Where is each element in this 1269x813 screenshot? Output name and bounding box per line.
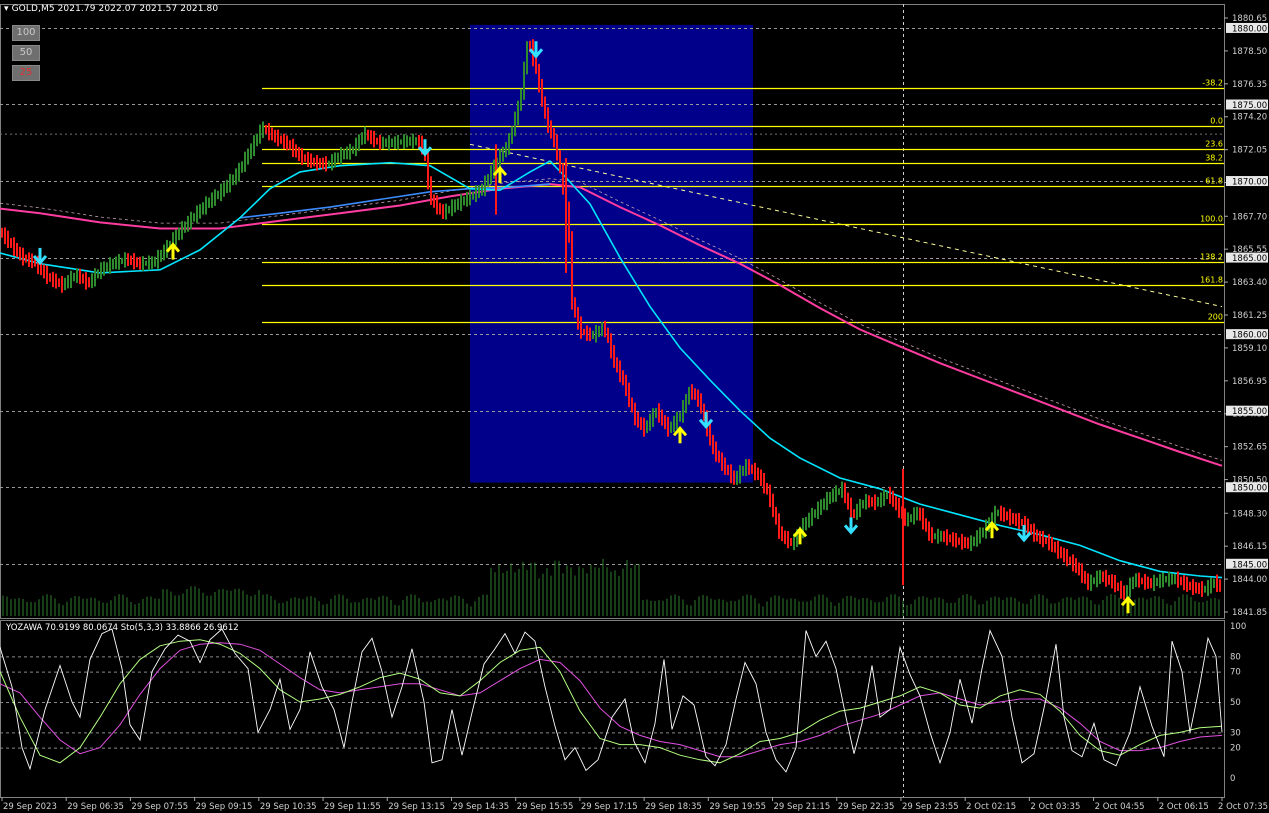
price-tick-label: 1878.50 xyxy=(1232,47,1267,57)
price-level-label: 1850.00 xyxy=(1232,484,1267,494)
stoch-tick-label: 30 xyxy=(1230,728,1241,738)
time-tick-label: 2 Oct 07:35 xyxy=(1218,802,1268,812)
price-level-label: 1880.00 xyxy=(1232,24,1267,34)
price-level-label: 1865.00 xyxy=(1232,254,1267,264)
time-tick-label: 29 Sep 2023 xyxy=(3,802,57,812)
indicator-frame xyxy=(0,620,1225,798)
header-dropdown-icon[interactable]: ▾ xyxy=(4,4,9,14)
price-level-label: 1860.00 xyxy=(1232,331,1267,341)
time-tick-label: 29 Sep 10:35 xyxy=(260,802,317,812)
stoch-tick-label: 80 xyxy=(1230,652,1241,662)
sell-arrow-icon xyxy=(843,517,859,535)
price-chart[interactable]: -38.20.023.638.261.8100.0138.2161.820018… xyxy=(0,0,1269,813)
stoch-tick-label: 20 xyxy=(1230,744,1241,754)
price-tick-label: 1867.70 xyxy=(1232,212,1267,222)
fib-level-label: 61.8 xyxy=(1205,177,1223,186)
indicator-label: YOZAWA 70.9199 80.0674 Sto(5,3,3) 33.886… xyxy=(5,623,239,633)
time-tick-label: 29 Sep 14:35 xyxy=(452,802,509,812)
time-tick-label: 29 Sep 15:55 xyxy=(517,802,574,812)
buy-arrow-icon xyxy=(984,520,1000,539)
stoch-tick-label: 70 xyxy=(1230,668,1241,678)
price-tick-label: 1844.00 xyxy=(1232,575,1267,585)
time-tick-label: 29 Sep 22:35 xyxy=(838,802,895,812)
price-tick-label: 1880.65 xyxy=(1232,14,1267,24)
buy-arrow-icon xyxy=(792,527,808,545)
time-tick-label: 2 Oct 02:15 xyxy=(966,802,1016,812)
price-tick-label: 1861.25 xyxy=(1232,311,1267,321)
price-level-label: 1855.00 xyxy=(1232,407,1267,417)
time-tick-label: 29 Sep 13:15 xyxy=(388,802,445,812)
fib-level-label: -38.2 xyxy=(1202,79,1223,88)
time-tick-label: 29 Sep 18:35 xyxy=(645,802,702,812)
fib-level-label: 0.0 xyxy=(1210,117,1223,126)
time-tick-label: 2 Oct 06:15 xyxy=(1159,802,1209,812)
fib-level-label: 161.8 xyxy=(1200,276,1223,285)
price-level-label: 1845.00 xyxy=(1232,560,1267,570)
price-level-label: 1875.00 xyxy=(1232,101,1267,111)
price-tick-label: 1846.15 xyxy=(1232,542,1267,552)
fib-level-label: 23.6 xyxy=(1205,140,1223,149)
fib-level-label: 200 xyxy=(1208,313,1223,322)
stoch-main-line xyxy=(0,628,1223,773)
price-tick-label: 1859.10 xyxy=(1232,344,1267,354)
buy-arrow-icon xyxy=(165,242,181,260)
stoch-tick-label: 0 xyxy=(1230,774,1235,784)
stoch-tick-label: 100 xyxy=(1230,622,1246,632)
level-button-100[interactable]: 100 xyxy=(12,25,40,41)
price-tick-label: 1848.30 xyxy=(1232,509,1267,519)
time-tick-label: 29 Sep 07:55 xyxy=(131,802,188,812)
stoch-tick-label: 50 xyxy=(1230,698,1241,708)
time-tick-label: 29 Sep 21:15 xyxy=(774,802,831,812)
time-tick-label: 2 Oct 04:55 xyxy=(1095,802,1145,812)
time-tick-label: 29 Sep 06:35 xyxy=(67,802,124,812)
fib-level-label: 100.0 xyxy=(1200,215,1223,224)
symbol-info: GOLD,M5 2021.79 2022.07 2021.57 2021.80 xyxy=(11,4,219,14)
time-tick-label: 29 Sep 09:15 xyxy=(196,802,253,812)
fib-level-label: 138.2 xyxy=(1200,253,1223,262)
chart-header: ▾ GOLD,M5 2021.79 2022.07 2021.57 2021.8… xyxy=(4,4,218,14)
level-button-25[interactable]: 25 xyxy=(12,65,40,81)
level-button-50[interactable]: 50 xyxy=(12,45,40,61)
price-tick-label: 1841.85 xyxy=(1232,608,1267,618)
price-tick-label: 1856.95 xyxy=(1232,377,1267,387)
price-level-label: 1870.00 xyxy=(1232,178,1267,188)
price-tick-label: 1872.05 xyxy=(1232,146,1267,156)
fib-level-label: 38.2 xyxy=(1205,154,1223,163)
sell-arrow-icon xyxy=(417,139,433,157)
highlight-rectangle xyxy=(470,24,753,483)
time-tick-label: 29 Sep 19:55 xyxy=(709,802,766,812)
price-tick-label: 1876.35 xyxy=(1232,80,1267,90)
price-tick-label: 1852.65 xyxy=(1232,443,1267,453)
buy-arrow-icon xyxy=(1120,595,1136,614)
time-tick-label: 2 Oct 03:35 xyxy=(1030,802,1080,812)
stoch-signal-line xyxy=(0,642,1223,758)
time-tick-label: 29 Sep 17:15 xyxy=(581,802,638,812)
price-tick-label: 1874.20 xyxy=(1232,113,1267,123)
price-tick-label: 1863.40 xyxy=(1232,278,1267,288)
stoch-smooth-line xyxy=(0,639,1223,764)
time-tick-label: 29 Sep 23:55 xyxy=(902,802,959,812)
time-tick-label: 29 Sep 11:55 xyxy=(324,802,381,812)
